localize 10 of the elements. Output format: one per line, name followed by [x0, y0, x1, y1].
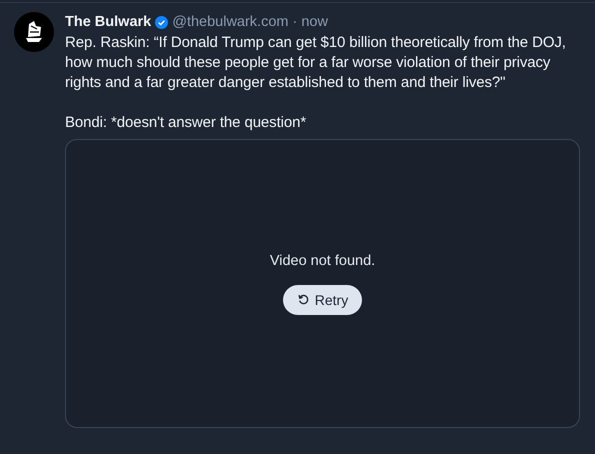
- author-handle[interactable]: @thebulwark.com: [172, 12, 288, 32]
- post-text: Rep. Raskin: “If Donald Trump can get $10 billion theoretically from the DOJ, how much should these people get for a far worse violation of their privacy rights and a far greater danger established to them and their lives?": [65, 33, 567, 93]
- separator-dot: ·: [292, 13, 298, 32]
- retry-button[interactable]: Retry: [282, 284, 362, 314]
- error-message: Video not found.: [270, 252, 376, 268]
- post-text: Bondi: *doesn't answer the question*: [65, 113, 308, 133]
- post-time[interactable]: now: [301, 12, 328, 32]
- author-name[interactable]: The Bulwark: [65, 12, 152, 32]
- avatar-icon[interactable]: [14, 12, 54, 52]
- retry-icon: [296, 293, 310, 306]
